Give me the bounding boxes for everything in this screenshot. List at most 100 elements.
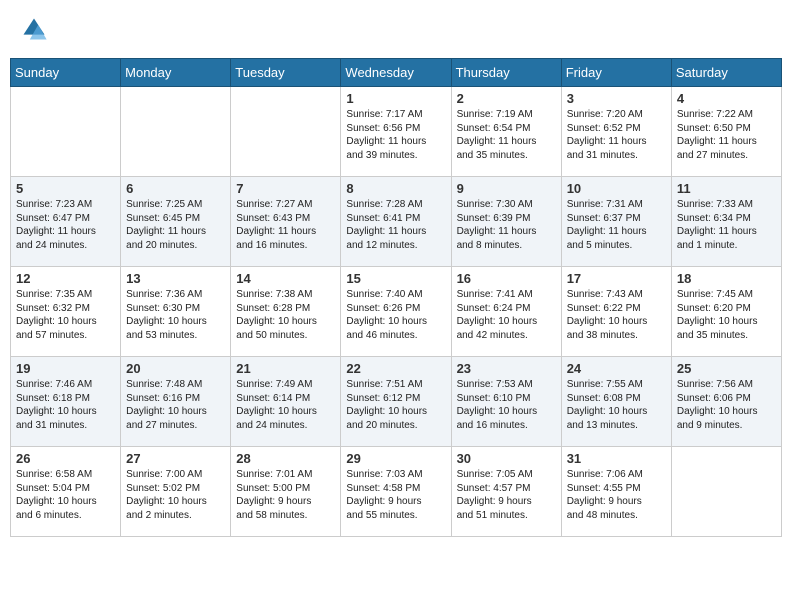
calendar-cell: 8 Sunrise: 7:28 AM Sunset: 6:41 PM Daylig…	[341, 177, 451, 267]
calendar-cell: 23 Sunrise: 7:53 AM Sunset: 6:10 PM Dayli…	[451, 357, 561, 447]
day-info: Sunrise: 7:55 AM Sunset: 6:08 PM Dayligh…	[567, 378, 666, 432]
day-number: 14	[236, 271, 335, 286]
calendar-cell: 6Sunrise: 7:25 AM Sunset: 6:45 PM Daylig…	[121, 177, 231, 267]
day-info: Sunrise: 7:33 AM Sunset: 6:34 PM Dayligh…	[677, 198, 776, 252]
day-info: Sunrise: 7:01 AM Sunset: 5:00 PM Dayligh…	[236, 468, 335, 522]
day-number: 27	[126, 451, 225, 466]
day-info: Sunrise: 7:31 AM Sunset: 6:37 PM Dayligh…	[567, 198, 666, 252]
calendar-week-row: 26Sunrise: 6:58 AM Sunset: 5:04 PM Dayli…	[11, 447, 782, 537]
calendar-cell: 16Sunrise: 7:41 AM Sunset: 6:24 PM Dayli…	[451, 267, 561, 357]
calendar-cell: 14 Sunrise: 7:38 AM Sunset: 6:28 PM Dayli…	[231, 267, 341, 357]
day-info: Sunrise: 7:22 AM Sunset: 6:50 PM Dayligh…	[677, 108, 776, 162]
calendar-week-row: 19 Sunrise: 7:46 AM Sunset: 6:18 PM Dayli…	[11, 357, 782, 447]
calendar-week-row: 12 Sunrise: 7:35 AM Sunset: 6:32 PM Dayli…	[11, 267, 782, 357]
day-number: 11	[677, 181, 776, 196]
day-info: Sunrise: 7:46 AM Sunset: 6:18 PM Dayligh…	[16, 378, 115, 432]
day-number: 24	[567, 361, 666, 376]
day-header-tuesday: Tuesday	[231, 59, 341, 87]
day-header-thursday: Thursday	[451, 59, 561, 87]
day-info: Sunrise: 7:40 AM Sunset: 6:26 PM Dayligh…	[346, 288, 445, 342]
calendar-cell: 10 Sunrise: 7:31 AM Sunset: 6:37 PM Dayli…	[561, 177, 671, 267]
calendar-cell: 31Sunrise: 7:06 AM Sunset: 4:55 PM Dayli…	[561, 447, 671, 537]
day-number: 25	[677, 361, 776, 376]
day-info: Sunrise: 7:38 AM Sunset: 6:28 PM Dayligh…	[236, 288, 335, 342]
calendar-cell: 15 Sunrise: 7:40 AM Sunset: 6:26 PM Dayli…	[341, 267, 451, 357]
day-header-row: SundayMondayTuesdayWednesdayThursdayFrid…	[11, 59, 782, 87]
day-number: 3	[567, 91, 666, 106]
calendar-cell: 24 Sunrise: 7:55 AM Sunset: 6:08 PM Dayli…	[561, 357, 671, 447]
day-number: 22	[346, 361, 445, 376]
day-number: 15	[346, 271, 445, 286]
day-info: Sunrise: 7:00 AM Sunset: 5:02 PM Dayligh…	[126, 468, 225, 522]
day-info: Sunrise: 7:06 AM Sunset: 4:55 PM Dayligh…	[567, 468, 666, 522]
day-info: Sunrise: 7:28 AM Sunset: 6:41 PM Dayligh…	[346, 198, 445, 252]
day-header-monday: Monday	[121, 59, 231, 87]
calendar-cell: 11 Sunrise: 7:33 AM Sunset: 6:34 PM Dayli…	[671, 177, 781, 267]
day-number: 9	[457, 181, 556, 196]
calendar-cell: 4Sunrise: 7:22 AM Sunset: 6:50 PM Daylig…	[671, 87, 781, 177]
day-info: Sunrise: 7:20 AM Sunset: 6:52 PM Dayligh…	[567, 108, 666, 162]
calendar-cell: 17Sunrise: 7:43 AM Sunset: 6:22 PM Dayli…	[561, 267, 671, 357]
day-info: Sunrise: 7:36 AM Sunset: 6:30 PM Dayligh…	[126, 288, 225, 342]
day-header-friday: Friday	[561, 59, 671, 87]
day-info: Sunrise: 7:43 AM Sunset: 6:22 PM Dayligh…	[567, 288, 666, 342]
day-header-wednesday: Wednesday	[341, 59, 451, 87]
calendar-cell: 20 Sunrise: 7:48 AM Sunset: 6:16 PM Dayli…	[121, 357, 231, 447]
page-header	[10, 10, 782, 48]
calendar-week-row: 1Sunrise: 7:17 AM Sunset: 6:56 PM Daylig…	[11, 87, 782, 177]
calendar-cell: 3 Sunrise: 7:20 AM Sunset: 6:52 PM Daylig…	[561, 87, 671, 177]
calendar-cell	[121, 87, 231, 177]
day-number: 2	[457, 91, 556, 106]
day-number: 12	[16, 271, 115, 286]
calendar-cell: 28 Sunrise: 7:01 AM Sunset: 5:00 PM Dayli…	[231, 447, 341, 537]
day-info: Sunrise: 7:35 AM Sunset: 6:32 PM Dayligh…	[16, 288, 115, 342]
calendar-cell: 22 Sunrise: 7:51 AM Sunset: 6:12 PM Dayli…	[341, 357, 451, 447]
calendar-cell: 29Sunrise: 7:03 AM Sunset: 4:58 PM Dayli…	[341, 447, 451, 537]
day-info: Sunrise: 7:49 AM Sunset: 6:14 PM Dayligh…	[236, 378, 335, 432]
calendar-cell: 2Sunrise: 7:19 AM Sunset: 6:54 PM Daylig…	[451, 87, 561, 177]
calendar-cell: 25 Sunrise: 7:56 AM Sunset: 6:06 PM Dayli…	[671, 357, 781, 447]
day-number: 10	[567, 181, 666, 196]
day-info: Sunrise: 7:03 AM Sunset: 4:58 PM Dayligh…	[346, 468, 445, 522]
calendar-cell	[671, 447, 781, 537]
calendar-cell: 26Sunrise: 6:58 AM Sunset: 5:04 PM Dayli…	[11, 447, 121, 537]
day-info: Sunrise: 7:51 AM Sunset: 6:12 PM Dayligh…	[346, 378, 445, 432]
day-number: 23	[457, 361, 556, 376]
day-info: Sunrise: 7:27 AM Sunset: 6:43 PM Dayligh…	[236, 198, 335, 252]
calendar-table: SundayMondayTuesdayWednesdayThursdayFrid…	[10, 58, 782, 537]
day-number: 19	[16, 361, 115, 376]
calendar-cell: 18 Sunrise: 7:45 AM Sunset: 6:20 PM Dayli…	[671, 267, 781, 357]
day-number: 8	[346, 181, 445, 196]
day-number: 7	[236, 181, 335, 196]
day-number: 28	[236, 451, 335, 466]
calendar-cell: 27 Sunrise: 7:00 AM Sunset: 5:02 PM Dayli…	[121, 447, 231, 537]
calendar-cell: 9 Sunrise: 7:30 AM Sunset: 6:39 PM Daylig…	[451, 177, 561, 267]
day-number: 16	[457, 271, 556, 286]
calendar-cell: 13 Sunrise: 7:36 AM Sunset: 6:30 PM Dayli…	[121, 267, 231, 357]
calendar-cell: 19 Sunrise: 7:46 AM Sunset: 6:18 PM Dayli…	[11, 357, 121, 447]
day-number: 6	[126, 181, 225, 196]
calendar-cell: 30Sunrise: 7:05 AM Sunset: 4:57 PM Dayli…	[451, 447, 561, 537]
day-number: 18	[677, 271, 776, 286]
day-header-saturday: Saturday	[671, 59, 781, 87]
logo-icon	[20, 15, 48, 43]
day-number: 5	[16, 181, 115, 196]
calendar-cell: 7 Sunrise: 7:27 AM Sunset: 6:43 PM Daylig…	[231, 177, 341, 267]
day-info: Sunrise: 7:48 AM Sunset: 6:16 PM Dayligh…	[126, 378, 225, 432]
day-number: 13	[126, 271, 225, 286]
day-info: Sunrise: 7:30 AM Sunset: 6:39 PM Dayligh…	[457, 198, 556, 252]
calendar-cell: 21 Sunrise: 7:49 AM Sunset: 6:14 PM Dayli…	[231, 357, 341, 447]
day-number: 1	[346, 91, 445, 106]
logo	[20, 15, 52, 43]
calendar-cell: 1Sunrise: 7:17 AM Sunset: 6:56 PM Daylig…	[341, 87, 451, 177]
day-info: Sunrise: 7:56 AM Sunset: 6:06 PM Dayligh…	[677, 378, 776, 432]
calendar-cell	[231, 87, 341, 177]
day-number: 21	[236, 361, 335, 376]
day-number: 20	[126, 361, 225, 376]
day-info: Sunrise: 7:53 AM Sunset: 6:10 PM Dayligh…	[457, 378, 556, 432]
calendar-cell: 12 Sunrise: 7:35 AM Sunset: 6:32 PM Dayli…	[11, 267, 121, 357]
calendar-cell	[11, 87, 121, 177]
day-number: 30	[457, 451, 556, 466]
day-info: Sunrise: 7:45 AM Sunset: 6:20 PM Dayligh…	[677, 288, 776, 342]
day-header-sunday: Sunday	[11, 59, 121, 87]
